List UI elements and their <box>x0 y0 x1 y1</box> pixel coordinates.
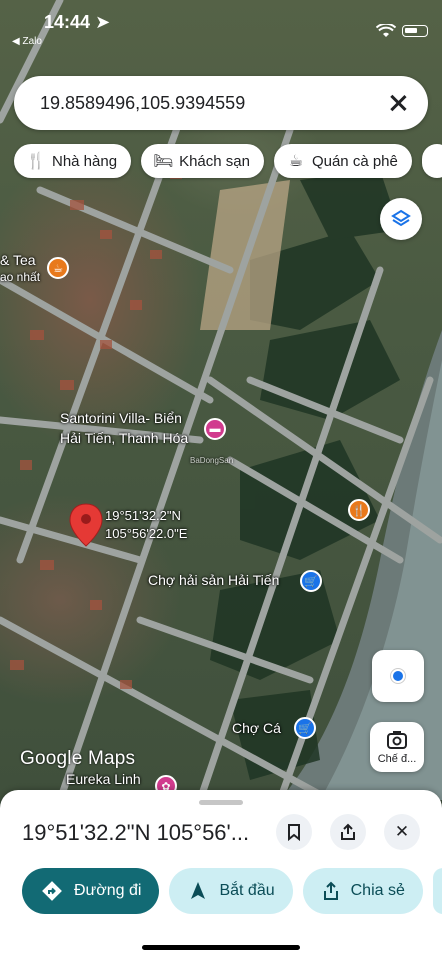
restaurant-poi-icon[interactable]: 🍴 <box>348 499 370 521</box>
cafe-poi-icon[interactable]: ☕ <box>47 257 69 279</box>
wifi-icon <box>376 24 396 37</box>
share-top-button[interactable] <box>330 814 366 850</box>
status-icons <box>376 24 428 38</box>
chip-hotels[interactable]: 🛏 Khách sạn <box>141 144 264 178</box>
navigation-arrow-icon <box>191 882 206 899</box>
villa-label[interactable]: Santorini Villa- Biển <box>60 410 182 426</box>
cafe-sub-label: ao nhất <box>0 270 41 284</box>
screenshot-mode-button[interactable]: Chế đ... <box>370 722 424 772</box>
search-input[interactable]: 19.8589496,105.9394559 <box>40 93 386 114</box>
villa-label-2: Hải Tiến, Thanh Hóa <box>60 430 189 446</box>
chip-coffee[interactable]: ☕ Quán cà phê <box>273 144 412 178</box>
market-poi-icon[interactable]: 🛒 <box>300 570 322 592</box>
battery-icon <box>402 25 428 37</box>
watermark: BaDongSan <box>190 456 234 465</box>
search-bar[interactable]: 19.8589496,105.9394559 <box>14 76 428 130</box>
category-chips: 🍴 Nhà hàng 🛏 Khách sạn ☕ Quán cà phê <box>14 144 442 178</box>
google-maps-logo: Google Maps <box>20 748 136 769</box>
camera-icon <box>387 730 407 749</box>
my-location-button[interactable] <box>372 650 424 702</box>
directions-icon <box>42 881 62 901</box>
close-sheet-button[interactable]: ✕ <box>384 814 420 850</box>
seafood-market-label[interactable]: Chợ hải sản Hải Tiến <box>148 572 279 588</box>
save-button[interactable] <box>276 814 312 850</box>
market-poi-icon-2[interactable]: 🛒 <box>294 717 316 739</box>
more-action-button[interactable] <box>432 868 442 914</box>
pin-coord-lng: 105°56'22.0"E <box>105 526 188 541</box>
close-icon: ✕ <box>394 822 410 841</box>
my-location-icon <box>391 669 405 683</box>
layers-button[interactable] <box>380 198 422 240</box>
fish-market-label[interactable]: Chợ Cá <box>232 720 281 736</box>
chip-restaurants[interactable]: 🍴 Nhà hàng <box>14 144 132 178</box>
directions-button[interactable]: Đường đi <box>22 868 160 914</box>
pin-coord-lat: 19°51'32.2"N <box>105 508 181 523</box>
status-bar: 14:44 ➤ ◀ Zalo <box>0 0 442 50</box>
back-to-app[interactable]: ◀ Zalo <box>12 36 42 47</box>
cafe-label[interactable]: & Tea <box>0 252 36 268</box>
coffee-icon: ☕ <box>288 153 304 170</box>
share-button[interactable]: Chia sẻ <box>302 868 423 914</box>
location-arrow-icon: ➤ <box>95 12 111 32</box>
sheet-title: 19°51'32.2"N 105°56'... <box>22 820 250 845</box>
home-indicator <box>142 945 300 950</box>
bed-icon: 🛏 <box>153 153 174 170</box>
layers-icon <box>391 209 411 227</box>
sheet-handle[interactable] <box>199 800 243 805</box>
hotel-poi-icon[interactable]: ▬ <box>204 418 226 440</box>
start-button[interactable]: Bắt đầu <box>169 868 293 914</box>
fork-knife-icon: 🍴 <box>26 153 46 170</box>
eureka-label[interactable]: Eureka Linh <box>66 771 141 787</box>
share-icon-2 <box>323 881 338 900</box>
place-sheet[interactable]: 19°51'32.2"N 105°56'... ✕ Đường đi Bắt đ… <box>0 790 442 960</box>
chip-more[interactable] <box>421 144 442 178</box>
clear-search-icon[interactable] <box>386 91 410 115</box>
share-icon <box>341 823 355 840</box>
action-row: Đường đi Bắt đầu Chia sẻ <box>22 868 442 914</box>
screenshot-mode-label: Chế đ... <box>377 752 417 765</box>
status-time: 14:44 ➤ <box>44 12 111 32</box>
bookmark-icon <box>288 824 300 841</box>
